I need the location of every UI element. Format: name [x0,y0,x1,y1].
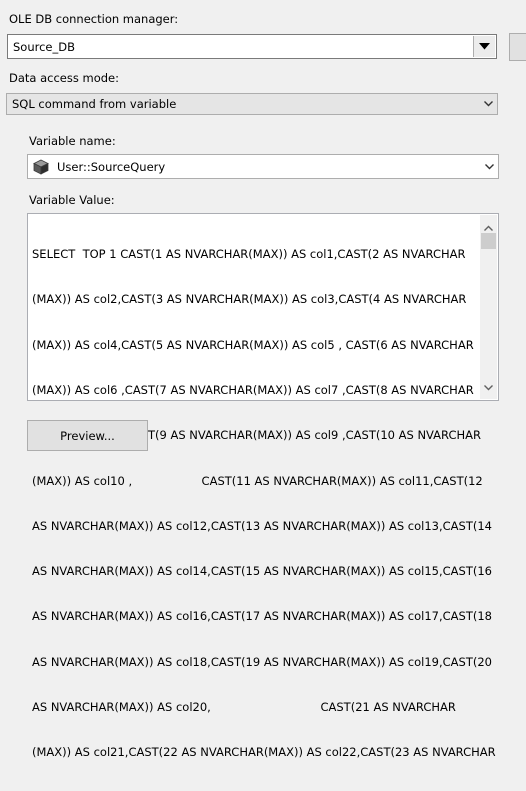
vertical-scrollbar[interactable] [480,215,497,399]
code-line: (MAX)) AS col21,CAST(22 AS NVARCHAR(MAX)… [32,745,496,760]
code-line: SELECT TOP 1 CAST(1 AS NVARCHAR(MAX)) AS… [32,247,466,262]
chevron-down-icon [485,155,494,178]
code-line: AS NVARCHAR(MAX)) AS col14,CAST(15 AS NV… [32,564,492,579]
code-line: (MAX)) AS col2,CAST(3 AS NVARCHAR(MAX)) … [32,292,467,307]
code-line: (MAX)) AS col6 ,CAST(7 AS NVARCHAR(MAX))… [32,383,474,398]
connection-manager-label: OLE DB connection manager: [9,12,179,26]
dropdown-arrow-icon [479,43,490,50]
data-access-mode-label: Data access mode: [9,71,120,85]
scroll-down-icon[interactable] [484,380,493,394]
scroll-thumb[interactable] [481,233,496,249]
connection-manager-value: Source_DB [13,39,75,54]
code-line: (MAX)) AS col4,CAST(5 AS NVARCHAR(MAX)) … [32,337,474,352]
variable-icon [33,159,49,178]
scroll-up-icon[interactable] [484,220,493,234]
code-line: AS NVARCHAR(MAX)) AS col16,CAST(17 AS NV… [32,609,492,624]
preview-button[interactable]: Preview... [27,420,148,451]
variable-value-text: SELECT TOP 1 CAST(1 AS NVARCHAR(MAX)) AS… [32,217,496,791]
data-access-mode-select[interactable]: SQL command from variable [6,93,498,115]
code-line: AS NVARCHAR(MAX)) AS col12,CAST(13 AS NV… [32,518,492,533]
variable-name-label: Variable name: [29,134,116,148]
data-access-mode-value: SQL command from variable [12,97,177,111]
variable-value-textbox[interactable]: SELECT TOP 1 CAST(1 AS NVARCHAR(MAX)) AS… [27,213,499,759]
connection-manager-select[interactable]: Source_DB [7,34,497,59]
code-line: AS NVARCHAR(MAX)) AS col18,CAST(19 AS NV… [32,654,492,669]
new-connection-button[interactable] [509,33,526,61]
connection-dropdown-button[interactable] [473,36,495,57]
chevron-down-icon [484,94,493,114]
variable-name-select[interactable]: User::SourceQuery [27,154,499,179]
variable-value-label: Variable Value: [29,193,115,207]
code-line: (MAX)) AS col10 , CAST(11 AS NVARCHAR(MA… [32,473,483,488]
variable-name-value: User::SourceQuery [57,159,166,174]
code-line: AS NVARCHAR(MAX)) AS col20, CAST(21 AS N… [32,700,456,714]
